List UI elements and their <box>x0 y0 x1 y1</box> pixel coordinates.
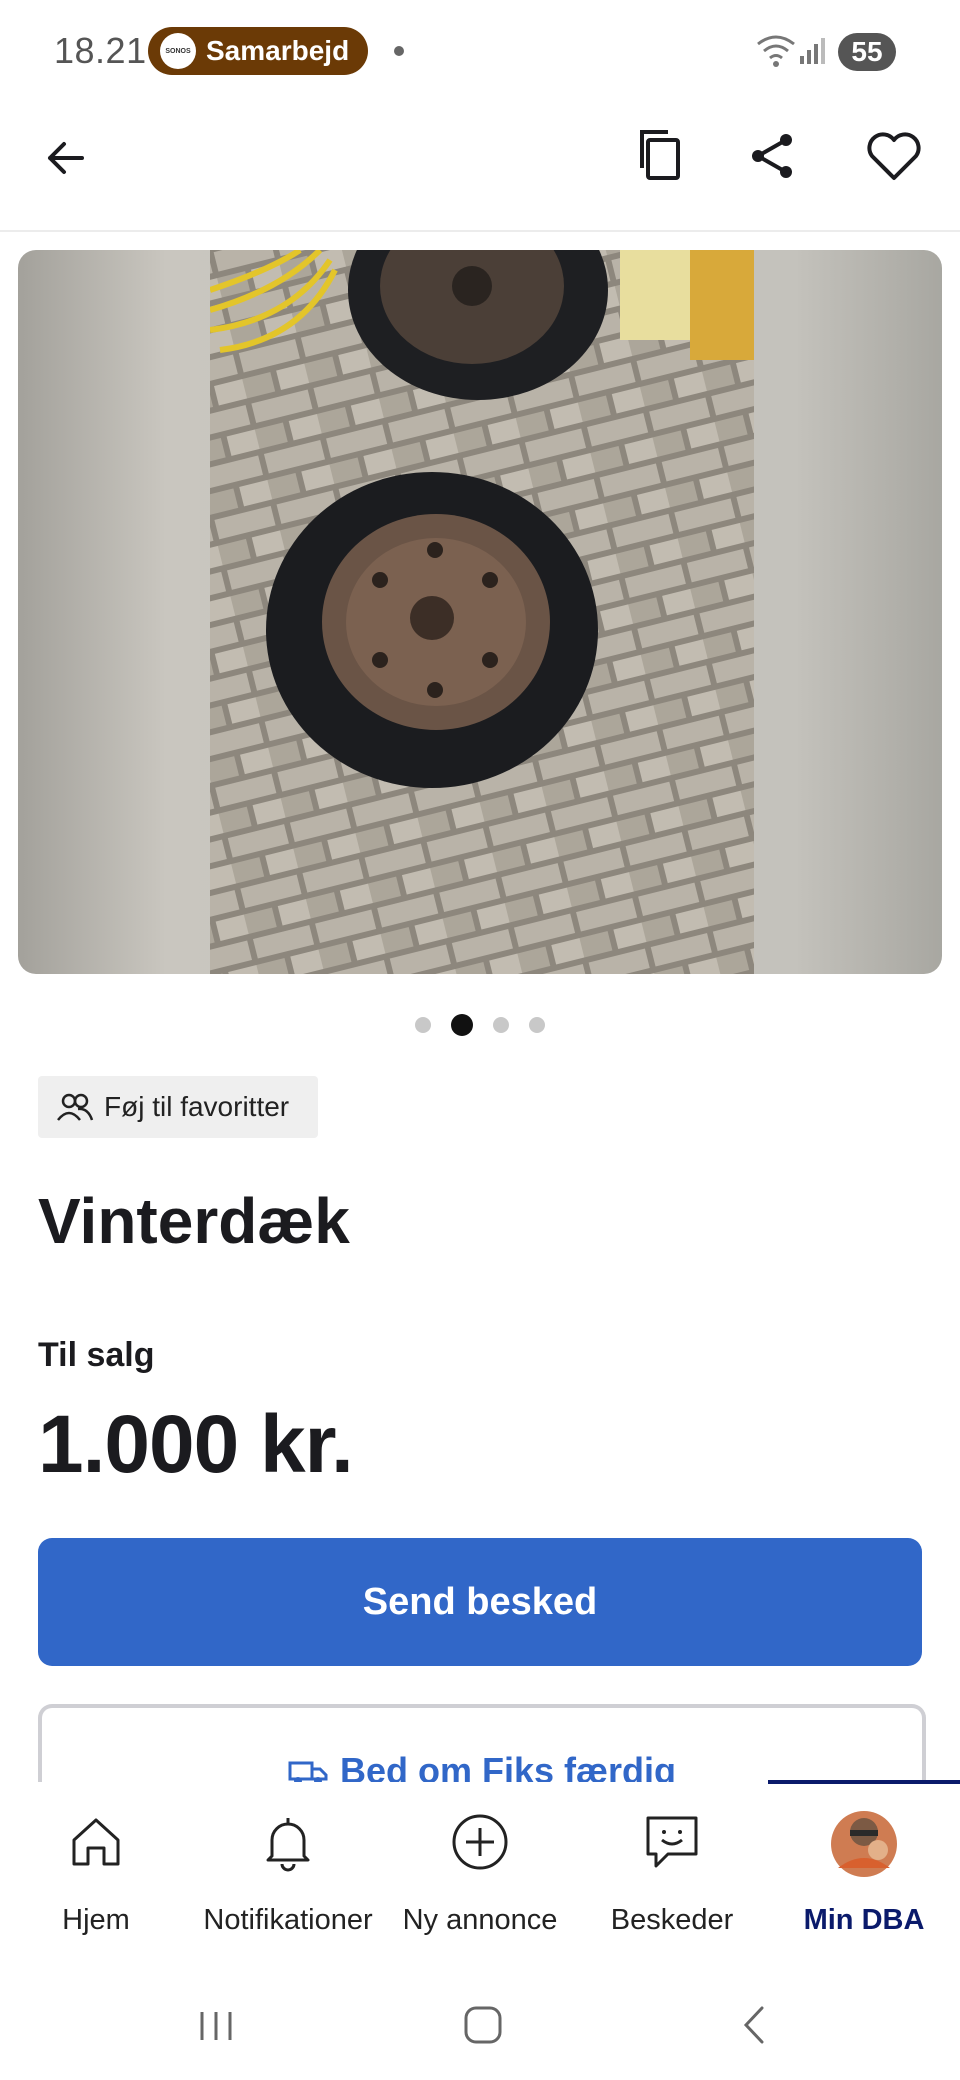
status-time: 18.21 <box>54 30 147 71</box>
chat-icon <box>646 1816 698 1868</box>
recents-icon[interactable] <box>196 2006 236 2046</box>
page-dot[interactable] <box>415 1017 431 1033</box>
listing-price: 1.000 kr. <box>38 1399 354 1490</box>
page-dot-active[interactable] <box>451 1014 473 1036</box>
signal-icon <box>800 38 825 64</box>
listing-type: Til salg <box>38 1336 155 1374</box>
nav-item-home[interactable]: Hjem <box>0 1782 192 1972</box>
listing-photo <box>210 250 754 974</box>
back-arrow-icon[interactable] <box>42 134 90 182</box>
top-app-bar <box>0 110 960 232</box>
avatar <box>831 1811 897 1877</box>
wifi-icon <box>757 35 795 67</box>
listing-title: Vinterdæk <box>38 1185 350 1257</box>
nav-item-notifications[interactable]: Notifikationer <box>192 1782 384 1972</box>
nav-item-min-dba[interactable]: Min DBA <box>768 1782 960 1972</box>
nav-label: Hjem <box>62 1904 130 1936</box>
nav-label-selected: Min DBA <box>803 1904 925 1936</box>
copy-icon[interactable] <box>634 128 686 184</box>
home-icon <box>72 1818 120 1866</box>
notification-pill[interactable]: SONOS Samarbejd <box>148 27 368 75</box>
users-icon <box>57 1093 94 1121</box>
page-dot[interactable] <box>493 1017 509 1033</box>
share-icon[interactable] <box>746 130 798 182</box>
back-nav-icon[interactable] <box>738 2004 770 2046</box>
notification-dot-icon <box>394 46 404 56</box>
gallery-pagination <box>0 1012 960 1038</box>
favorite-chip-label: Føj til favoritter <box>104 1091 290 1122</box>
bottom-navigation: Hjem Notifikationer Ny annonce Beskeder <box>0 1782 960 1972</box>
notification-label: Samarbejd <box>206 35 350 66</box>
heart-icon[interactable] <box>866 132 922 182</box>
nav-label: Ny annonce <box>402 1904 558 1936</box>
page-dot[interactable] <box>529 1017 545 1033</box>
bell-icon <box>266 1818 310 1872</box>
image-gallery[interactable] <box>18 250 942 974</box>
home-button-icon[interactable] <box>462 2004 504 2046</box>
plus-circle-icon <box>452 1814 508 1870</box>
status-bar: 18.21 SONOS Samarbejd 55 <box>0 0 960 104</box>
nav-label: Notifikationer <box>203 1904 373 1936</box>
send-message-button[interactable]: Send besked <box>38 1538 922 1666</box>
nav-label: Beskeder <box>610 1904 734 1936</box>
sonos-icon: SONOS <box>160 33 196 69</box>
system-navigation-bar <box>0 1972 960 2080</box>
nav-selected-indicator <box>768 1780 960 1784</box>
nav-item-new-listing[interactable]: Ny annonce <box>384 1782 576 1972</box>
battery-indicator: 55 <box>838 33 896 71</box>
add-to-favorites-chip[interactable]: Føj til favoritter <box>38 1076 318 1138</box>
nav-item-messages[interactable]: Beskeder <box>576 1782 768 1972</box>
